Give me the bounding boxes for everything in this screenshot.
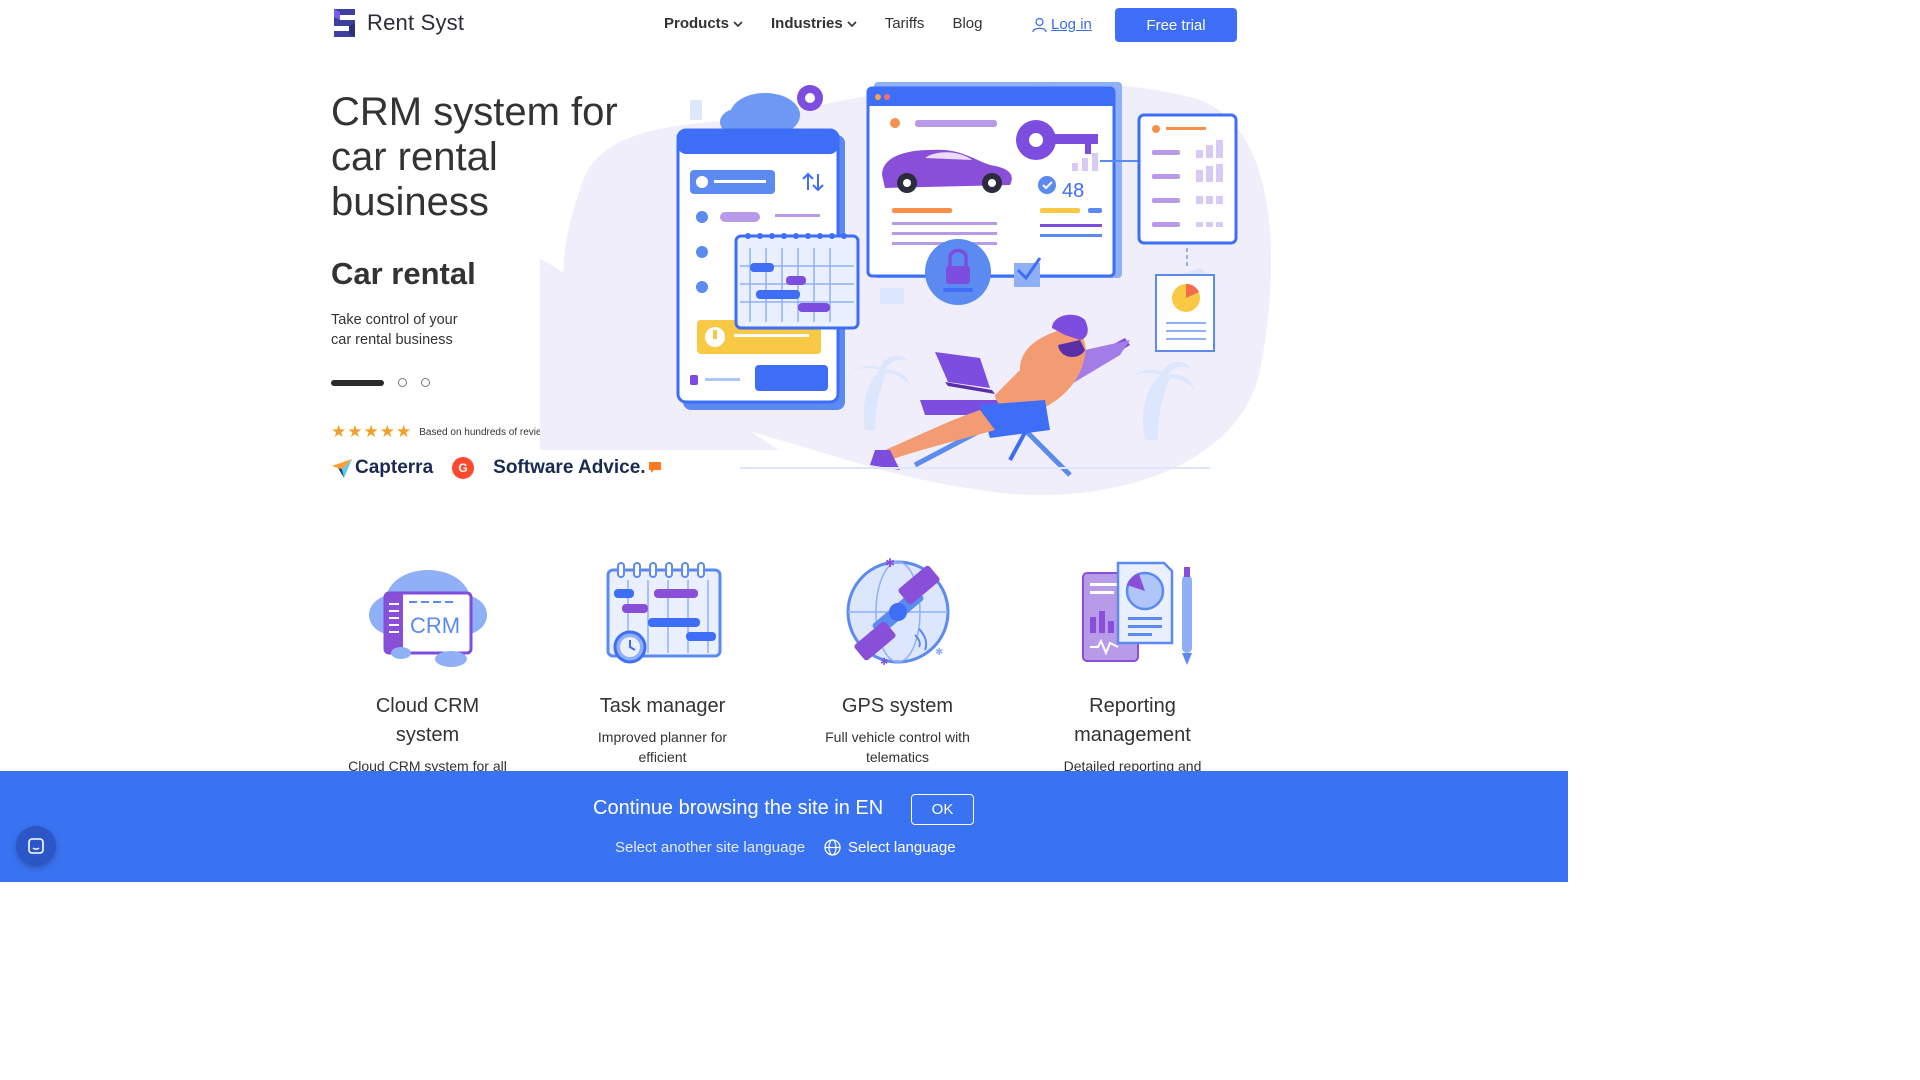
nav-industries[interactable]: Industries (771, 15, 857, 32)
svg-text:G: G (458, 461, 467, 475)
g2-logo-icon: G (452, 457, 475, 479)
feature-gps[interactable]: ✱ ✱ ✱ GPS system Full vehicle control wi… (780, 555, 1015, 796)
star-icon: ★ (396, 422, 412, 441)
globe-icon (824, 839, 841, 856)
svg-text:✱: ✱ (880, 657, 888, 668)
slider-dot-2[interactable] (398, 378, 407, 387)
slide-description: Take control of your car rental business (331, 312, 458, 348)
features-section: CRM Cloud CRM system Cloud CRM system fo… (310, 555, 1250, 796)
site-header: Rent Syst Products Industries Tariffs Bl… (0, 0, 1568, 50)
svg-text:✱: ✱ (935, 647, 943, 658)
chevron-down-icon (847, 20, 857, 27)
feature-title: GPS system (841, 695, 954, 717)
reporting-icon (1081, 561, 1192, 665)
brand-capterra[interactable]: Capterra (331, 457, 433, 479)
svg-text:✱: ✱ (885, 556, 895, 570)
star-icon: ★ (331, 422, 347, 441)
feature-reporting[interactable]: Reporting management Detailed reporting … (1015, 555, 1250, 796)
nav-tariffs[interactable]: Tariffs (885, 15, 925, 32)
slider-dots (331, 378, 430, 387)
login-link[interactable]: Log in (1032, 16, 1092, 33)
nav-blog-label: Blog (952, 15, 983, 32)
star-icon: ★ (347, 422, 363, 441)
reviews-row: ★ ★ ★ ★ ★ Based on hundreds of reviews o… (331, 422, 568, 441)
feature-desc: Full vehicle control with telematics (825, 729, 970, 765)
chat-widget-button[interactable] (16, 826, 56, 866)
free-trial-button[interactable]: Free trial (1115, 8, 1237, 42)
feature-title: Task manager (599, 695, 726, 717)
nav-products[interactable]: Products (664, 15, 743, 32)
nav-industries-label: Industries (771, 15, 843, 32)
language-banner: Continue browsing the site in EN OK Sele… (0, 771, 1568, 882)
slider-dot-3[interactable] (421, 378, 430, 387)
rentsyst-logo-icon (334, 9, 355, 37)
slide-title: Car rental (331, 256, 476, 291)
illustration-counter: 48 (1062, 180, 1084, 202)
login-label: Log in (1051, 16, 1092, 33)
nav-products-label: Products (664, 15, 730, 32)
cloud-crm-icon: CRM (368, 570, 487, 667)
language-ok-button[interactable]: OK (911, 794, 974, 825)
chat-icon (28, 838, 44, 854)
feature-task-manager[interactable]: Task manager Improved planner for effici… (545, 555, 780, 796)
nav-tariffs-label: Tariffs (884, 15, 925, 32)
language-banner-subtext: Select another site language (615, 839, 806, 856)
feature-desc: Improved planner for efficient (597, 729, 728, 765)
feature-title: Reporting management (1074, 695, 1191, 746)
select-language-label: Select language (848, 839, 956, 856)
language-banner-text: Continue browsing the site in EN (593, 797, 884, 819)
feature-cloud-crm[interactable]: CRM Cloud CRM system Cloud CRM system fo… (310, 555, 545, 796)
brand-capterra-label: Capterra (355, 457, 434, 478)
logo-text: Rent Syst (367, 10, 465, 35)
user-icon (1032, 17, 1047, 32)
star-icon: ★ (379, 422, 395, 441)
rating-stars: ★ ★ ★ ★ ★ (331, 422, 412, 441)
feature-title: Cloud CRM system (375, 695, 480, 746)
select-language-button[interactable]: Select language (824, 839, 956, 856)
task-manager-icon (606, 562, 721, 664)
gps-satellite-icon: ✱ ✱ ✱ (846, 556, 949, 668)
logo[interactable]: Rent Syst (330, 7, 464, 39)
star-icon: ★ (363, 422, 379, 441)
slider-dot-1[interactable] (331, 379, 384, 386)
crm-icon-label: CRM (409, 613, 459, 638)
capterra-logo-icon (332, 459, 352, 478)
chevron-down-icon (733, 20, 743, 27)
brand-g2[interactable]: G (451, 456, 475, 480)
hero-illustration: 48 (540, 81, 1272, 496)
nav-blog[interactable]: Blog (952, 15, 982, 32)
main-nav: Products Industries Tariffs Blog (664, 15, 982, 32)
